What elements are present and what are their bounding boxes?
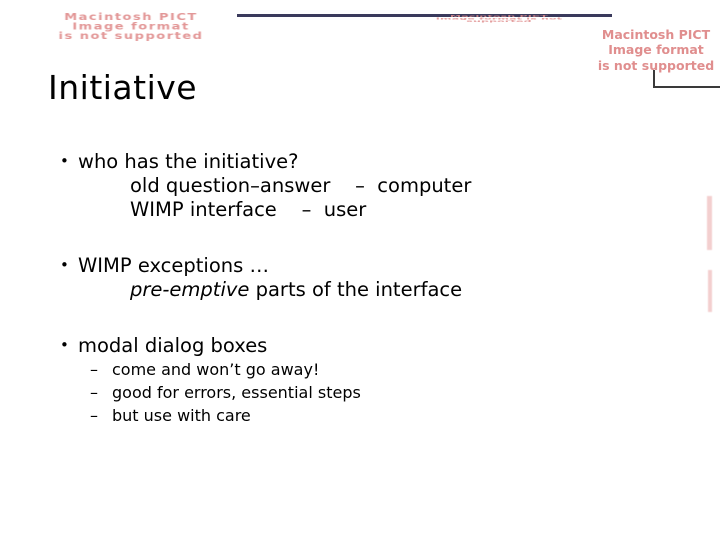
subline-remainder: parts of the interface bbox=[249, 277, 463, 301]
pict-notice-top-right: Macintosh PICT Image format is not suppo… bbox=[597, 27, 715, 73]
bullet-item-initiative: • who has the initiative? bbox=[52, 150, 672, 174]
bullet-label: WIMP exceptions … bbox=[78, 254, 269, 278]
dash-marker-icon: – bbox=[90, 359, 98, 379]
edge-artifact-lower bbox=[708, 270, 712, 312]
pict-notice-top-left: Macintosh PICT Image format is not suppo… bbox=[58, 12, 204, 42]
block-spacer-2 bbox=[52, 320, 672, 334]
content-block-1: • who has the initiative? old question–a… bbox=[52, 150, 672, 222]
bullet-label: modal dialog boxes bbox=[78, 334, 268, 358]
dash-marker-icon: – bbox=[90, 383, 98, 403]
sub-bullet-label: but use with care bbox=[112, 406, 251, 426]
sub-bullet-come-and-wont-go-away: – come and won’t go away! bbox=[90, 358, 672, 381]
sub-bullet-label: good for errors, essential steps bbox=[112, 383, 361, 403]
corner-bracket-horizontal bbox=[653, 86, 720, 88]
sub-bullet-label: come and won’t go away! bbox=[112, 359, 320, 379]
bullet-marker-icon: • bbox=[60, 336, 69, 355]
bullet-marker-icon: • bbox=[60, 152, 69, 170]
content-block-3: • modal dialog boxes – come and won’t go… bbox=[52, 334, 672, 427]
sub-bullet-but-use-with-care: – but use with care bbox=[90, 404, 672, 427]
sub-bullet-good-for-errors: – good for errors, essential steps bbox=[90, 381, 672, 404]
block-spacer-1 bbox=[52, 240, 672, 254]
subline-wimp-interface: WIMP interface – user bbox=[130, 197, 367, 221]
bullet-item-modal-dialog-boxes: • modal dialog boxes bbox=[52, 334, 672, 358]
edge-artifact-upper bbox=[707, 196, 712, 250]
slide-body: • who has the initiative? old question–a… bbox=[52, 150, 672, 445]
corner-bracket-decoration bbox=[653, 70, 720, 90]
bullet-label: who has the initiative? bbox=[78, 150, 299, 173]
bullet-item-wimp-exceptions: • WIMP exceptions … bbox=[52, 254, 672, 278]
subline-emphasis: pre-emptive bbox=[130, 277, 250, 301]
subline-old-question-answer: old question–answer – computer bbox=[130, 173, 472, 197]
subline-pre-emptive: pre-emptive parts of the interface bbox=[130, 278, 672, 302]
dash-marker-icon: – bbox=[90, 406, 98, 426]
bullet-marker-icon: • bbox=[60, 256, 69, 275]
slide-canvas: Macintosh PICT Image format is not suppo… bbox=[0, 0, 720, 540]
pict-notice-top-middle: Macintosh PICT Image format is not suppo… bbox=[435, 14, 563, 23]
content-block-2: • WIMP exceptions … pre-emptive parts of… bbox=[52, 254, 672, 302]
page-title: Initiative bbox=[48, 68, 198, 107]
